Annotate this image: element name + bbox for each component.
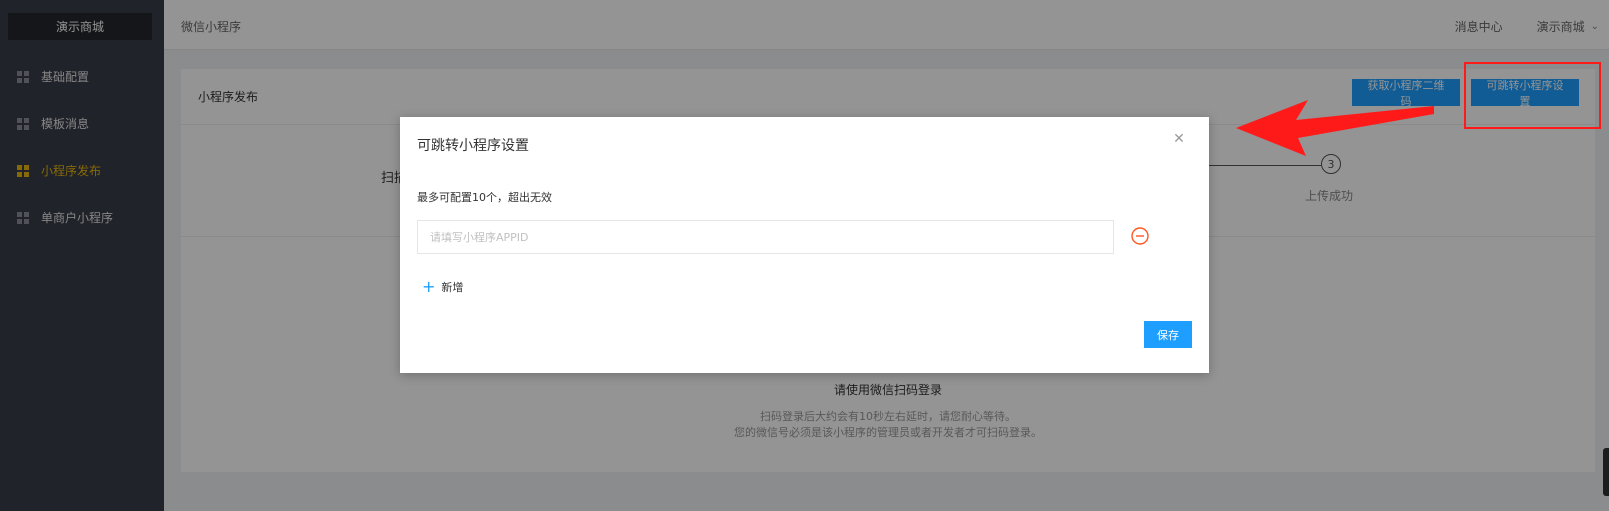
save-button[interactable]: 保存: [1144, 321, 1192, 348]
dialog-title: 可跳转小程序设置: [417, 138, 529, 154]
plus-icon: +: [422, 277, 436, 296]
add-label: 新增: [441, 281, 464, 294]
remove-circle-icon[interactable]: [1130, 226, 1150, 246]
annotation-arrow-icon: [1236, 100, 1434, 156]
annotation-highlight-box: [1464, 62, 1601, 129]
appid-input[interactable]: [417, 220, 1114, 254]
jump-settings-dialog: 可跳转小程序设置 ✕ 最多可配置10个，超出无效 + 新增 保存: [400, 117, 1209, 373]
add-appid-button[interactable]: + 新增: [422, 279, 463, 295]
dialog-hint: 最多可配置10个，超出无效: [417, 191, 552, 204]
close-icon[interactable]: ✕: [1170, 130, 1188, 148]
